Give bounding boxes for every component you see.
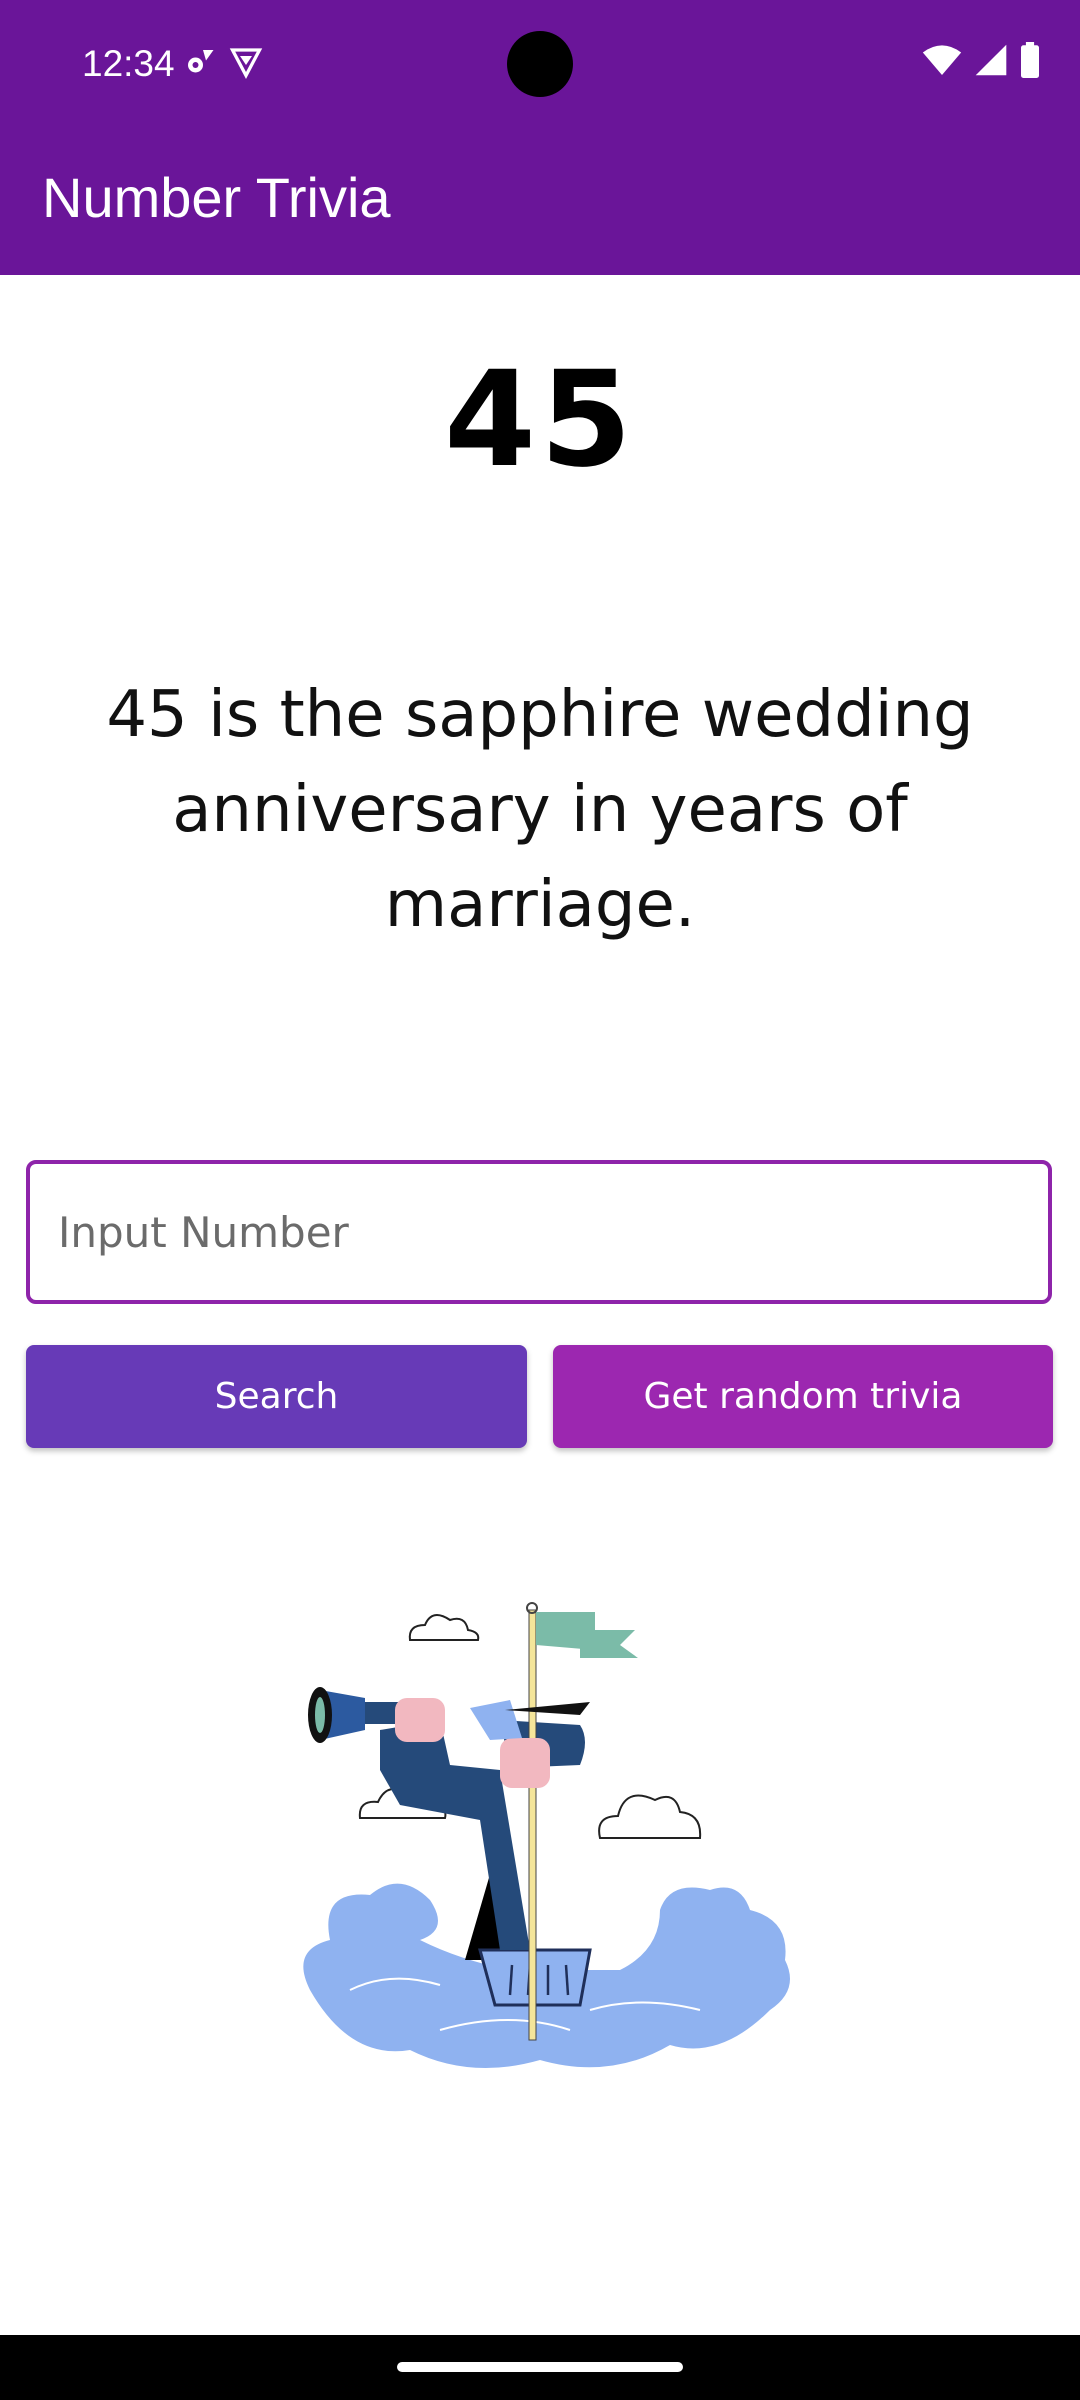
battery-icon	[1021, 42, 1039, 78]
cell-signal-icon	[975, 44, 1007, 76]
wifi-icon	[922, 45, 962, 75]
trivia-text: 45 is the sapphire wedding anniversary i…	[106, 678, 974, 942]
status-icons-left	[182, 44, 264, 80]
home-indicator[interactable]	[397, 2362, 683, 2372]
shield-icon	[229, 48, 263, 80]
app-title: Number Trivia	[42, 166, 391, 229]
sailor-with-telescope-illustration	[303, 1602, 790, 2068]
number-input[interactable]	[26, 1160, 1052, 1304]
navigation-bar	[0, 2335, 1080, 2400]
status-time: 12:34	[82, 43, 175, 84]
camera-cutout	[507, 31, 573, 97]
random-trivia-button[interactable]: Get random trivia	[553, 1345, 1053, 1448]
gear-icon	[188, 50, 214, 73]
trivia-number: 45	[444, 343, 636, 497]
search-button[interactable]: Search	[26, 1345, 527, 1448]
status-icons-right	[922, 42, 1040, 78]
screen: 12:34 Number Trivia 45 45 is the sapphir…	[0, 0, 1080, 2400]
